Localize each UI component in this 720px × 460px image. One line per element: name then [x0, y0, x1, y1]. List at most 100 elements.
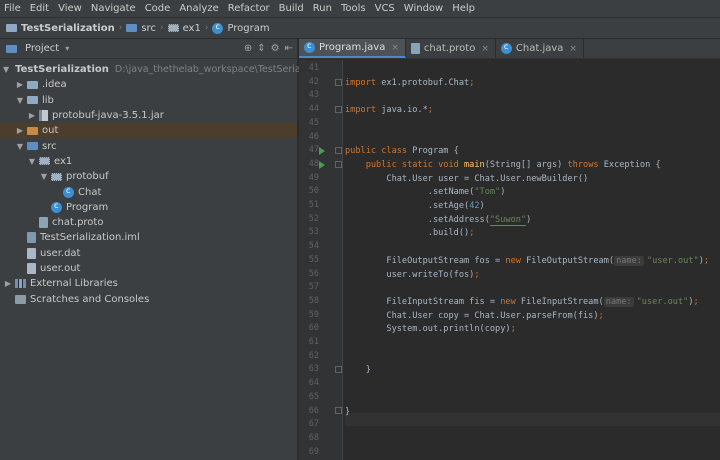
chevron-right-icon: ›	[204, 23, 209, 33]
menu-file[interactable]: File	[4, 3, 21, 14]
expand-arrow-icon[interactable]: ▼	[39, 172, 49, 181]
line-number: 66	[308, 405, 319, 416]
line-number: 58	[308, 295, 319, 306]
fold-toggle-icon[interactable]	[335, 160, 342, 168]
excluded-folder-icon	[27, 126, 38, 135]
class-icon	[212, 22, 224, 34]
expand-arrow-icon[interactable]: ▶	[3, 279, 13, 288]
tree-item-out[interactable]: ▶ out	[0, 123, 297, 139]
breadcrumb-package[interactable]: ex1	[167, 23, 201, 34]
menu-tools[interactable]: Tools	[341, 3, 366, 14]
project-view-selector[interactable]: Project	[25, 43, 59, 54]
project-tree: ▼ TestSerialization D:\java_thethelab_wo…	[0, 59, 335, 307]
caret-line-highlight	[345, 412, 720, 427]
menu-vcs[interactable]: VCS	[375, 3, 395, 14]
iml-file-icon	[27, 232, 36, 244]
breadcrumb-project[interactable]: TestSerialization	[6, 23, 115, 34]
tree-item-user-out[interactable]: user.out	[0, 261, 297, 276]
locate-icon[interactable]: ⊕	[244, 43, 252, 54]
expand-arrow-icon[interactable]: ▼	[3, 65, 9, 74]
line-number: 48	[308, 158, 319, 169]
line-number: 46	[308, 131, 319, 142]
tree-item-chat-proto[interactable]: chat.proto	[0, 215, 297, 230]
line-number: 50	[308, 186, 319, 197]
source-folder-icon	[27, 142, 38, 151]
tab-chat-proto[interactable]: chat.proto ×	[406, 39, 496, 58]
tree-item-external-libraries[interactable]: ▶ External Libraries	[0, 276, 297, 291]
tree-item-iml[interactable]: TestSerialization.iml	[0, 230, 297, 245]
line-number: 62	[308, 350, 319, 361]
file-icon	[27, 263, 36, 274]
collapse-all-icon[interactable]: ⇕	[257, 43, 265, 54]
chevron-down-icon[interactable]: ▾	[65, 44, 69, 53]
expand-arrow-icon[interactable]: ▼	[27, 157, 37, 166]
expand-arrow-icon[interactable]: ▶	[15, 80, 25, 89]
line-number: 59	[308, 309, 319, 320]
tree-item-ex1[interactable]: ▼ ex1	[0, 154, 297, 169]
run-class-icon[interactable]	[319, 147, 325, 155]
menu-run[interactable]: Run	[313, 3, 332, 14]
breadcrumb-class[interactable]: Program	[212, 22, 270, 34]
menu-code[interactable]: Code	[145, 3, 171, 14]
line-number: 42	[308, 76, 319, 87]
menu-window[interactable]: Window	[404, 3, 443, 14]
fold-toggle-icon[interactable]	[335, 79, 342, 86]
line-number: 43	[308, 90, 319, 101]
line-number: 60	[308, 323, 319, 334]
close-icon[interactable]: ×	[481, 44, 489, 54]
code-area[interactable]: import ex1.protobuf.Chat; import java.io…	[345, 60, 720, 460]
tab-chat-java[interactable]: Chat.java ×	[496, 39, 584, 58]
expand-arrow-icon[interactable]: ▶	[15, 126, 25, 135]
menu-view[interactable]: View	[58, 3, 82, 14]
fold-toggle-icon[interactable]	[335, 366, 342, 373]
hide-panel-icon[interactable]: ⇤	[285, 43, 293, 54]
tree-item-scratches[interactable]: Scratches and Consoles	[0, 291, 297, 306]
code-line-63: }	[345, 365, 371, 376]
tree-item-program[interactable]: Program	[0, 200, 297, 215]
tab-program-java[interactable]: Program.java ×	[299, 39, 406, 58]
line-number: 63	[308, 364, 319, 375]
menu-help[interactable]: Help	[452, 3, 475, 14]
close-icon[interactable]: ×	[391, 43, 399, 53]
fold-toggle-icon[interactable]	[335, 407, 342, 414]
scratches-icon	[15, 294, 26, 304]
breadcrumb-src[interactable]: src	[126, 23, 156, 34]
folder-icon	[27, 80, 38, 89]
tree-item-protobuf-jar[interactable]: ▶ protobuf-java-3.5.1.jar	[0, 108, 297, 123]
run-main-icon[interactable]	[319, 160, 325, 169]
tree-item-protobuf[interactable]: ▼ protobuf	[0, 169, 297, 184]
editor-gutter: 41 42 43 44 45 46 47 48 49 50 51 52 53 5…	[299, 60, 343, 460]
tree-item-testserialization[interactable]: ▼ TestSerialization D:\java_thethelab_wo…	[0, 62, 335, 77]
menu-build[interactable]: Build	[279, 3, 304, 14]
gear-icon[interactable]: ⚙	[271, 43, 280, 54]
fold-toggle-icon[interactable]	[335, 106, 342, 113]
code-line-59: Chat.User copy = Chat.User.parseFrom(fis…	[345, 310, 604, 321]
breadcrumb: TestSerialization › src › ex1 › Program	[0, 18, 720, 39]
tree-item-chat[interactable]: Chat	[0, 184, 297, 199]
expand-arrow-icon[interactable]: ▼	[15, 96, 25, 105]
tree-item-src[interactable]: ▼ src	[0, 138, 297, 153]
line-number: 47	[308, 145, 319, 156]
line-number: 69	[308, 446, 319, 457]
proto-file-icon	[410, 43, 420, 54]
menu-analyze[interactable]: Analyze	[179, 3, 218, 14]
package-icon	[51, 172, 62, 181]
line-number: 41	[308, 63, 319, 73]
menu-navigate[interactable]: Navigate	[91, 3, 136, 14]
line-number: 67	[308, 419, 319, 430]
class-icon	[63, 186, 74, 198]
line-number: 45	[308, 117, 319, 128]
tree-item-lib[interactable]: ▼ lib	[0, 93, 297, 108]
fold-toggle-icon[interactable]	[335, 147, 342, 154]
expand-arrow-icon[interactable]: ▼	[15, 142, 25, 151]
code-line-56: user.writeTo(fos);	[345, 269, 480, 280]
proto-file-icon	[39, 217, 48, 229]
menu-edit[interactable]: Edit	[30, 3, 49, 14]
code-line-53: .build();	[345, 228, 475, 239]
close-icon[interactable]: ×	[569, 44, 577, 54]
code-line-66: }	[345, 406, 351, 417]
tree-item-idea[interactable]: ▶ .idea	[0, 77, 297, 92]
expand-arrow-icon[interactable]: ▶	[27, 111, 37, 120]
menu-refactor[interactable]: Refactor	[228, 3, 270, 14]
tree-item-user-dat[interactable]: user.dat	[0, 246, 297, 261]
